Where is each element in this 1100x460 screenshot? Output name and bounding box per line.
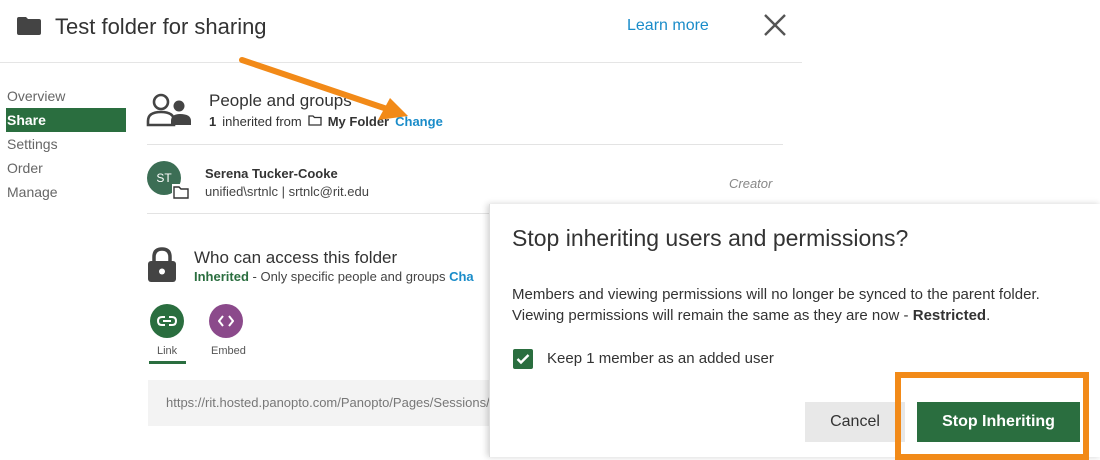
cancel-button[interactable]: Cancel xyxy=(805,402,905,442)
member-folder-icon xyxy=(172,184,190,200)
dialog-body-line1: Members and viewing permissions will no … xyxy=(512,286,1040,303)
section-divider xyxy=(147,213,492,214)
access-description: - Only specific people and groups xyxy=(248,269,450,284)
keep-member-checkbox[interactable] xyxy=(513,349,533,369)
embed-label: Embed xyxy=(211,345,246,357)
link-label: Link xyxy=(157,345,178,357)
learn-more-link[interactable]: Learn more xyxy=(627,17,709,35)
sidebar-item-share[interactable]: Share xyxy=(6,108,126,132)
member-name: Serena Tucker-Cooke xyxy=(205,166,338,181)
embed-button[interactable] xyxy=(209,304,243,338)
access-summary: Inherited - Only specific people and gro… xyxy=(194,269,474,284)
dialog-title: Stop inheriting users and permissions? xyxy=(512,225,909,251)
page-title: Test folder for sharing xyxy=(55,14,267,39)
access-status: Inherited xyxy=(194,269,249,284)
dialog-body: Members and viewing permissions will no … xyxy=(512,284,1092,326)
stop-inheriting-dialog: Stop inheriting users and permissions? M… xyxy=(489,204,1100,460)
keep-member-label: Keep 1 member as an added user xyxy=(547,350,774,367)
dialog-body-period: . xyxy=(986,307,991,324)
share-url-field[interactable]: https://rit.hosted.panopto.com/Panopto/P… xyxy=(148,380,493,426)
member-details: unified\srtnlc | srtnlc@rit.edu xyxy=(205,184,369,199)
link-icon xyxy=(157,316,177,326)
folder-icon xyxy=(17,17,41,40)
restricted-label: Restricted xyxy=(912,307,987,324)
lock-icon xyxy=(147,247,177,288)
people-icon xyxy=(146,93,194,132)
annotation-highlight-box xyxy=(895,372,1089,460)
inherited-count: 1 xyxy=(209,114,217,129)
member-role: Creator xyxy=(729,176,773,191)
link-tab-indicator xyxy=(149,361,186,364)
sidebar-item-manage[interactable]: Manage xyxy=(6,180,126,204)
section-divider xyxy=(147,144,783,145)
sidebar-item-settings[interactable]: Settings xyxy=(6,132,126,156)
dialog-body-line2: Viewing permissions will remain the same… xyxy=(512,305,1092,326)
change-access-link[interactable]: Cha xyxy=(449,269,474,284)
checkmark-icon xyxy=(516,354,530,365)
link-button[interactable] xyxy=(150,304,184,338)
sidebar-item-order[interactable]: Order xyxy=(6,156,126,180)
dialog-body-line2-text: Viewing permissions will remain the same… xyxy=(512,307,913,324)
sidebar-item-overview[interactable]: Overview xyxy=(6,84,126,108)
sidebar-nav: Overview Share Settings Order Manage xyxy=(6,84,126,204)
annotation-arrow xyxy=(230,50,420,135)
embed-icon xyxy=(218,315,234,327)
access-title: Who can access this folder xyxy=(194,248,398,267)
close-icon[interactable] xyxy=(760,10,790,40)
